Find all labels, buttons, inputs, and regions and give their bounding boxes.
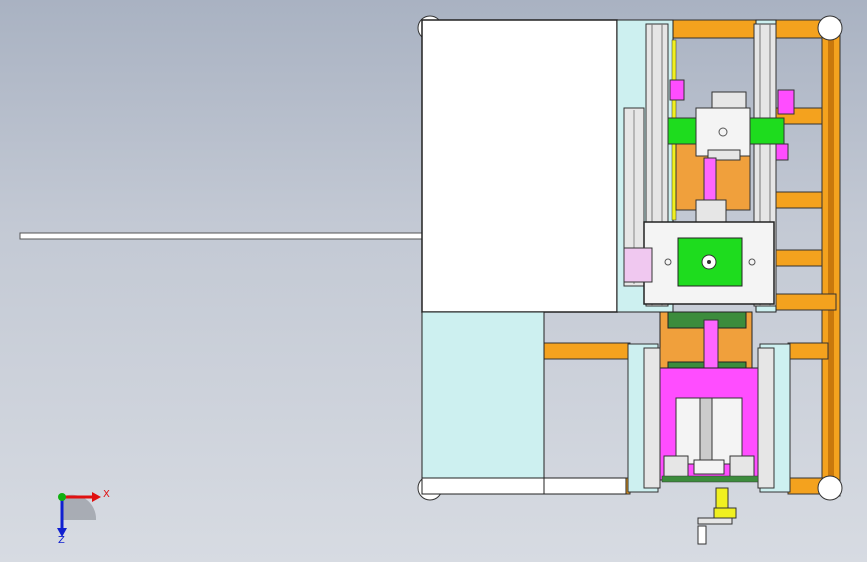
protruding-rod <box>19 232 423 240</box>
z-axis-label: Z <box>58 535 65 546</box>
coordinate-triad: X Z <box>57 489 110 546</box>
crank-handle[interactable] <box>697 487 737 545</box>
x-axis-label: X <box>103 489 110 500</box>
cad-viewport[interactable]: X Z <box>0 0 867 562</box>
motor-block <box>623 221 775 305</box>
base-plate <box>421 19 627 495</box>
